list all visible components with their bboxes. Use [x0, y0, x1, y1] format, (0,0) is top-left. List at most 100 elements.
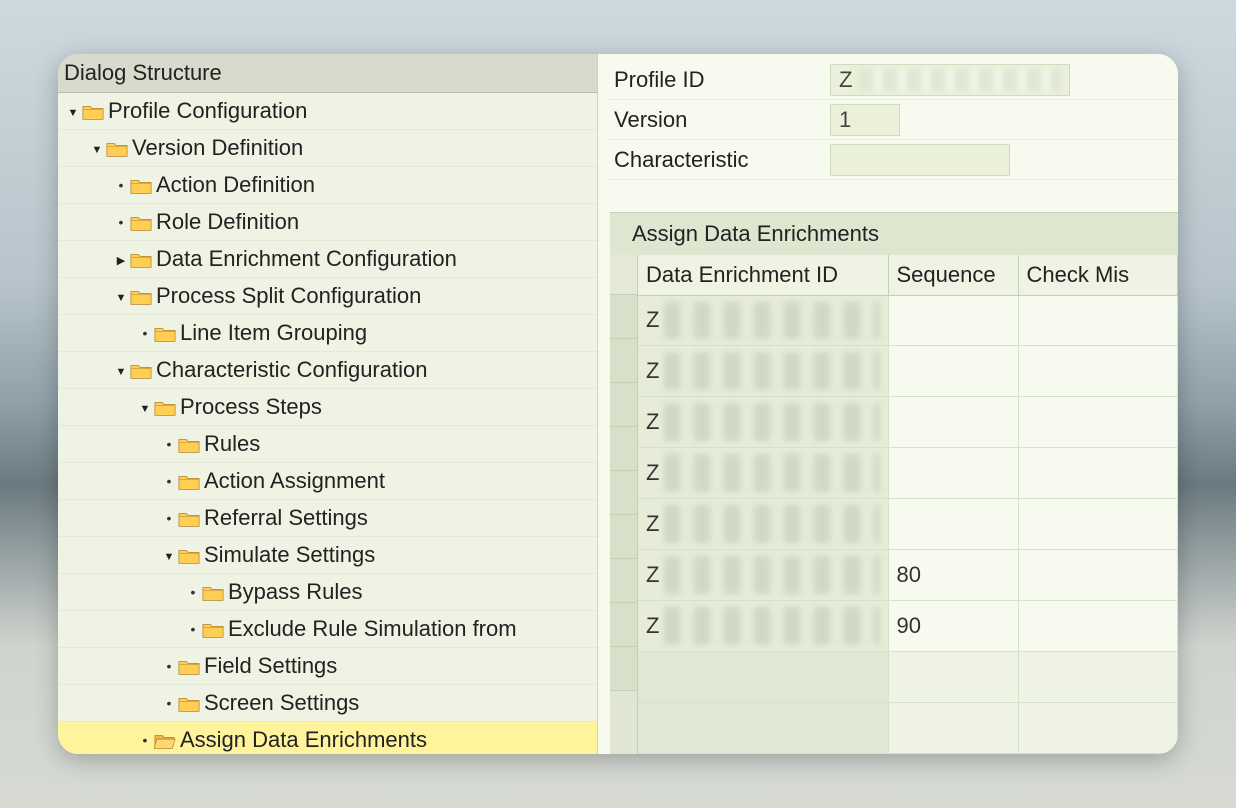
redacted-id — [664, 556, 880, 594]
table-row[interactable]: Z — [638, 397, 1178, 448]
table-row[interactable]: Z — [638, 499, 1178, 550]
cell-sequence[interactable] — [888, 295, 1018, 346]
cell-data-enrichment-id[interactable]: Z — [638, 346, 888, 397]
cell-sequence[interactable] — [888, 703, 1018, 754]
collapse-icon[interactable] — [90, 141, 104, 156]
cell-check-mis[interactable] — [1018, 499, 1178, 550]
cell-check-mis[interactable] — [1018, 601, 1178, 652]
tree-node-simulate-settings[interactable]: Simulate Settings — [58, 537, 597, 574]
row-selector[interactable] — [610, 559, 637, 603]
cell-data-enrichment-id[interactable]: Z — [638, 397, 888, 448]
leaf-bullet-icon — [162, 510, 176, 526]
tree-node-process-steps[interactable]: Process Steps — [58, 389, 597, 426]
row-selector[interactable] — [610, 295, 637, 339]
expand-icon[interactable] — [114, 252, 128, 267]
cell-check-mis[interactable] — [1018, 346, 1178, 397]
profile-id-field[interactable]: Z — [830, 64, 1070, 96]
tree-node-line-item-grouping[interactable]: Line Item Grouping — [58, 315, 597, 352]
cell-check-mis[interactable] — [1018, 448, 1178, 499]
detail-pane: Profile ID Z Version 1 Characteristic As… — [598, 54, 1178, 754]
cell-sequence[interactable] — [888, 652, 1018, 703]
collapse-icon[interactable] — [66, 104, 80, 119]
cell-data-enrichment-id[interactable] — [638, 703, 888, 754]
table-row[interactable]: Z — [638, 295, 1178, 346]
tree-node-bypass-rules[interactable]: Bypass Rules — [58, 574, 597, 611]
tree-node-profile-configuration[interactable]: Profile Configuration — [58, 93, 597, 130]
folder-icon — [130, 177, 152, 193]
cell-sequence[interactable] — [888, 499, 1018, 550]
table-row-empty[interactable] — [638, 703, 1178, 754]
col-header-data-enrichment-id[interactable]: Data Enrichment ID — [638, 255, 888, 295]
tree-node-rules[interactable]: Rules — [58, 426, 597, 463]
tree-node-screen-settings[interactable]: Screen Settings — [58, 685, 597, 722]
folder-icon — [154, 399, 176, 415]
tree-node-role-definition[interactable]: Role Definition — [58, 204, 597, 241]
id-prefix: Z — [646, 358, 659, 383]
table-row[interactable]: Z — [638, 448, 1178, 499]
cell-sequence[interactable]: 80 — [888, 550, 1018, 601]
collapse-icon[interactable] — [114, 363, 128, 378]
cell-check-mis[interactable] — [1018, 295, 1178, 346]
table-row[interactable]: Z — [638, 346, 1178, 397]
col-header-sequence[interactable]: Sequence — [888, 255, 1018, 295]
collapse-icon[interactable] — [114, 289, 128, 304]
tree-node-field-settings[interactable]: Field Settings — [58, 648, 597, 685]
tree-node-process-split-configuration[interactable]: Process Split Configuration — [58, 278, 597, 315]
tree-node-exclude-rule-simulation-from[interactable]: Exclude Rule Simulation from — [58, 611, 597, 648]
form-row-profile-id: Profile ID Z — [610, 60, 1178, 100]
folder-icon — [178, 658, 200, 674]
cell-sequence[interactable]: 90 — [888, 601, 1018, 652]
cell-data-enrichment-id[interactable]: Z — [638, 448, 888, 499]
row-selector[interactable] — [610, 603, 637, 647]
redacted-id — [664, 302, 880, 340]
cell-sequence[interactable] — [888, 397, 1018, 448]
cell-check-mis[interactable] — [1018, 550, 1178, 601]
cell-data-enrichment-id[interactable]: Z — [638, 295, 888, 346]
table-row-empty[interactable] — [638, 652, 1178, 703]
tree-node-version-definition[interactable]: Version Definition — [58, 130, 597, 167]
row-selector-column — [610, 255, 638, 754]
row-selector[interactable] — [610, 339, 637, 383]
id-prefix: Z — [646, 613, 659, 638]
tree-node-data-enrichment-configuration[interactable]: Data Enrichment Configuration — [58, 241, 597, 278]
row-selector[interactable] — [610, 427, 637, 471]
folder-icon — [178, 473, 200, 489]
tree-node-referral-settings[interactable]: Referral Settings — [58, 500, 597, 537]
cell-data-enrichment-id[interactable]: Z — [638, 601, 888, 652]
tree-node-action-definition[interactable]: Action Definition — [58, 167, 597, 204]
cell-sequence[interactable] — [888, 448, 1018, 499]
characteristic-label: Characteristic — [610, 147, 830, 173]
leaf-bullet-icon — [114, 177, 128, 193]
tree-node-action-assignment[interactable]: Action Assignment — [58, 463, 597, 500]
dialog-structure-tree-pane: Dialog Structure Profile ConfigurationVe… — [58, 54, 598, 754]
cell-data-enrichment-id[interactable]: Z — [638, 550, 888, 601]
cell-check-mis[interactable] — [1018, 652, 1178, 703]
row-selector[interactable] — [610, 383, 637, 427]
collapse-icon[interactable] — [162, 548, 176, 563]
id-prefix: Z — [646, 511, 659, 536]
row-selector[interactable] — [610, 471, 637, 515]
cell-data-enrichment-id[interactable]: Z — [638, 499, 888, 550]
row-selector[interactable] — [610, 515, 637, 559]
table-row[interactable]: Z80 — [638, 550, 1178, 601]
leaf-bullet-icon — [162, 658, 176, 674]
col-header-check-mis[interactable]: Check Mis — [1018, 255, 1178, 295]
folder-icon — [178, 547, 200, 563]
folder-icon — [130, 362, 152, 378]
cell-check-mis[interactable] — [1018, 703, 1178, 754]
version-field[interactable]: 1 — [830, 104, 900, 136]
row-selector[interactable] — [610, 647, 637, 691]
tree-node-label: Profile Configuration — [108, 98, 307, 124]
profile-id-value: Z — [839, 67, 852, 93]
folder-icon — [202, 621, 224, 637]
cell-sequence[interactable] — [888, 346, 1018, 397]
tree-node-label: Assign Data Enrichments — [180, 727, 427, 753]
table-row[interactable]: Z 90 — [638, 601, 1178, 652]
characteristic-field[interactable] — [830, 144, 1010, 176]
collapse-icon[interactable] — [138, 400, 152, 415]
tree-node-characteristic-configuration[interactable]: Characteristic Configuration — [58, 352, 597, 389]
cell-check-mis[interactable] — [1018, 397, 1178, 448]
cell-data-enrichment-id[interactable] — [638, 652, 888, 703]
tree-node-assign-data-enrichments[interactable]: Assign Data Enrichments — [58, 722, 597, 754]
id-prefix: Z — [646, 307, 659, 332]
